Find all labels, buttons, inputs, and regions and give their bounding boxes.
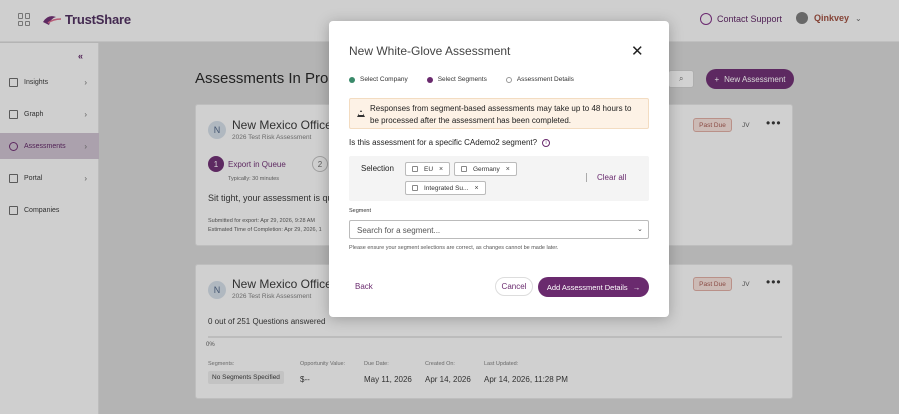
add-assessment-details-button[interactable]: Add Assessment Details → — [538, 277, 649, 297]
close-icon[interactable]: ✕ — [631, 42, 644, 60]
remove-tag-icon[interactable]: × — [439, 166, 443, 173]
modal-title: New White-Glove Assessment — [349, 44, 511, 58]
segment-tag-eu[interactable]: EU × — [405, 162, 451, 176]
warning-text: Responses from segment-based assessments… — [370, 104, 632, 125]
segment-icon — [412, 166, 418, 172]
segment-question-text: Is this assessment for a specific CAdemo… — [349, 138, 538, 147]
step-pending-icon — [505, 76, 512, 83]
step-complete-icon — [349, 76, 355, 83]
warning-banner: Responses from segment-based assessments… — [349, 98, 649, 129]
segment-question: Is this assessment for a specific CAdemo… — [349, 138, 551, 147]
stepper: Select Company Select Segments Assessmen… — [349, 76, 593, 83]
segment-search-placeholder: Search for a segment... — [357, 226, 441, 235]
divider — [586, 173, 587, 182]
clear-all-button[interactable]: Clear all — [597, 173, 626, 182]
segment-icon — [412, 185, 418, 191]
segment-tag-germany[interactable]: Germany × — [454, 162, 517, 176]
step-current-icon — [426, 76, 433, 83]
info-icon[interactable]: i — [542, 138, 551, 147]
cancel-button[interactable]: Cancel — [495, 277, 533, 296]
segment-tag-integrated[interactable]: Integrated Su... × — [405, 181, 486, 195]
segment-note: Please ensure your segment selections ar… — [349, 245, 559, 251]
segment-tag-label: EU — [424, 165, 434, 173]
warning-icon — [357, 110, 365, 117]
segment-tag-label: Integrated Su... — [424, 184, 469, 192]
arrow-right-icon: → — [632, 282, 641, 292]
segment-icon — [461, 166, 467, 172]
step-select-company: Select Company — [360, 76, 408, 83]
remove-tag-icon[interactable]: × — [506, 166, 510, 173]
step-select-segments: Select Segments — [437, 76, 487, 83]
selection-box: Selection EU × Germany × Integrated Su..… — [349, 156, 649, 201]
selection-label: Selection — [361, 164, 394, 173]
segment-search-input[interactable]: Search for a segment... ⌄ — [349, 220, 649, 239]
segment-tag-label: Germany — [473, 165, 500, 173]
chevron-down-icon: ⌄ — [637, 226, 643, 233]
back-button[interactable]: Back — [355, 282, 373, 291]
new-assessment-modal: New White-Glove Assessment ✕ Select Comp… — [329, 21, 669, 317]
segment-field-label: Segment — [349, 208, 372, 214]
step-assessment-details: Assessment Details — [516, 76, 574, 83]
remove-tag-icon[interactable]: × — [474, 185, 478, 192]
add-assessment-details-label: Add Assessment Details — [546, 282, 628, 292]
